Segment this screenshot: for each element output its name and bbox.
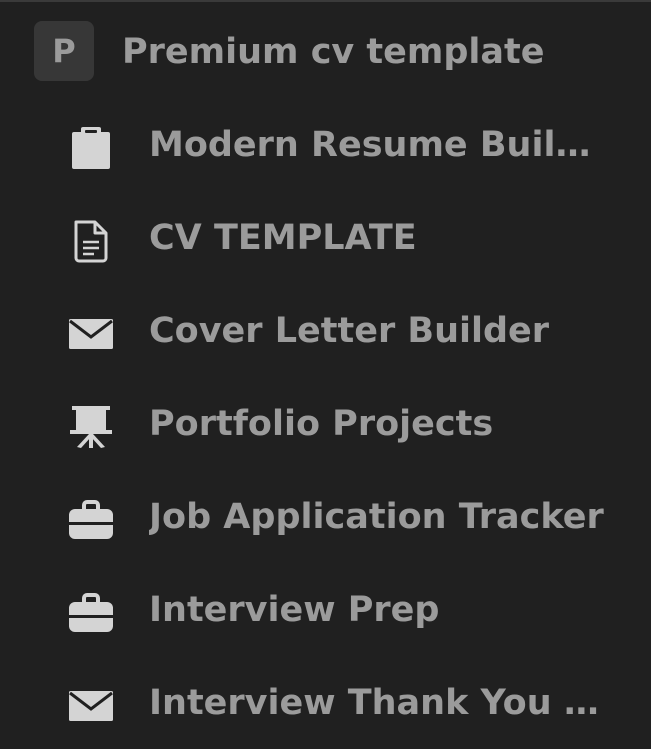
workspace-avatar: P bbox=[34, 21, 94, 81]
workspace-title: Premium cv template bbox=[122, 32, 545, 72]
sidebar-item-modern-resume-builder[interactable]: Modern Resume Builder bbox=[0, 99, 651, 192]
sidebar-item-cover-letter-builder[interactable]: Cover Letter Builder bbox=[0, 285, 651, 378]
envelope-icon bbox=[68, 683, 114, 729]
sidebar-item-interview-thank-you-note[interactable]: Interview Thank You N... bbox=[0, 657, 651, 749]
briefcase-icon bbox=[68, 590, 114, 636]
sidebar-item-label: Interview Thank You N... bbox=[149, 683, 609, 723]
presentation-easel-icon bbox=[68, 404, 114, 450]
sidebar-item-label: Cover Letter Builder bbox=[149, 311, 550, 351]
sidebar-item-job-application-tracker[interactable]: Job Application Tracker bbox=[0, 471, 651, 564]
sidebar-item-interview-prep[interactable]: Interview Prep bbox=[0, 564, 651, 657]
sidebar-item-portfolio-projects[interactable]: Portfolio Projects bbox=[0, 378, 651, 471]
sidebar: P Premium cv template Modern Resume Buil… bbox=[0, 0, 651, 749]
sidebar-item-label: Modern Resume Builder bbox=[149, 125, 609, 165]
envelope-icon bbox=[68, 311, 114, 357]
sidebar-item-label: Interview Prep bbox=[149, 590, 440, 630]
document-icon bbox=[68, 218, 114, 264]
sidebar-item-label: CV TEMPLATE bbox=[149, 218, 417, 258]
sidebar-item-label: Job Application Tracker bbox=[149, 497, 604, 537]
workspace-item[interactable]: P Premium cv template bbox=[0, 6, 651, 99]
sidebar-item-label: Portfolio Projects bbox=[149, 404, 494, 444]
clipboard-icon bbox=[68, 125, 114, 171]
sidebar-item-cv-template[interactable]: CV TEMPLATE bbox=[0, 192, 651, 285]
briefcase-icon bbox=[68, 497, 114, 543]
